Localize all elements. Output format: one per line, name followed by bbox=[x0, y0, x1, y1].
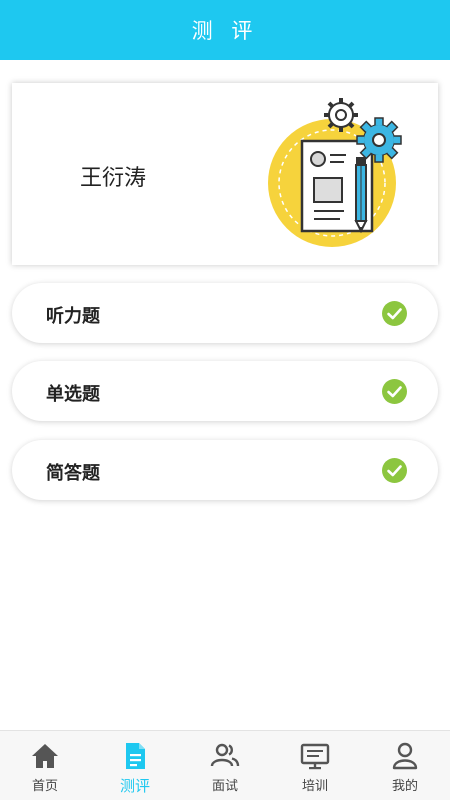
tab-profile[interactable]: 我的 bbox=[360, 731, 450, 800]
profile-card: 王衍涛 bbox=[12, 83, 438, 265]
tab-interview[interactable]: 面试 bbox=[180, 731, 270, 800]
exam-label: 单选题 bbox=[46, 384, 100, 405]
check-circle-icon bbox=[382, 379, 407, 404]
page-title: 测 评 bbox=[191, 19, 259, 43]
check-circle-icon bbox=[382, 458, 407, 483]
home-icon bbox=[32, 744, 58, 768]
document-gear-pencil-illustration bbox=[268, 98, 402, 247]
tab-assessment[interactable]: 测评 bbox=[90, 731, 180, 800]
exam-item-short-answer[interactable]: 简答题 bbox=[12, 440, 438, 500]
tab-label: 首页 bbox=[31, 779, 58, 794]
tab-label: 面试 bbox=[211, 779, 238, 794]
tab-label: 培训 bbox=[301, 779, 328, 794]
exam-item-single-choice[interactable]: 单选题 bbox=[12, 361, 438, 421]
exam-item-listening[interactable]: 听力题 bbox=[12, 283, 438, 343]
bottom-tab-bar: 首页 测评 面试 培训 我的 bbox=[0, 730, 450, 800]
tab-home[interactable]: 首页 bbox=[0, 731, 90, 800]
board-icon bbox=[300, 743, 330, 770]
check-circle-icon bbox=[382, 301, 407, 326]
user-icon bbox=[392, 742, 418, 770]
exam-label: 简答题 bbox=[46, 463, 100, 484]
people-icon bbox=[210, 743, 240, 767]
user-name: 王衍涛 bbox=[80, 166, 147, 191]
tab-training[interactable]: 培训 bbox=[270, 731, 360, 800]
document-icon bbox=[126, 743, 145, 769]
tab-label: 我的 bbox=[391, 779, 418, 794]
tab-label: 测评 bbox=[119, 777, 150, 795]
exam-label: 听力题 bbox=[46, 306, 100, 327]
top-header: 测 评 bbox=[0, 0, 450, 60]
